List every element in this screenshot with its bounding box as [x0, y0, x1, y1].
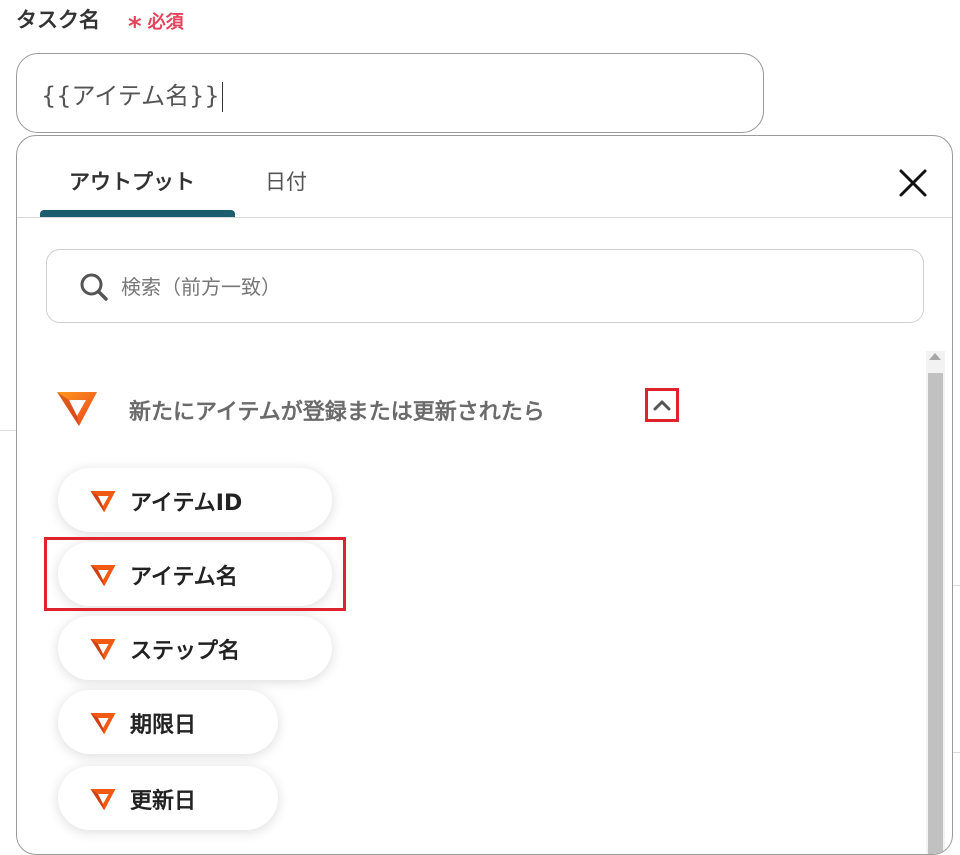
- app-logo-icon: [57, 392, 97, 426]
- scroll-up-arrow-icon[interactable]: [929, 353, 941, 360]
- task-name-value: {{アイテム名}}: [41, 76, 223, 112]
- tab-date[interactable]: 日付: [265, 166, 307, 196]
- trigger-group-header[interactable]: 新たにアイテムが登録または更新されたら: [53, 384, 693, 436]
- tab-bar: アウトプット 日付: [17, 136, 952, 218]
- output-selector-panel: アウトプット 日付 新たにアイテムが登録または更新されたら: [16, 135, 953, 855]
- output-item-label: 更新日: [130, 789, 197, 814]
- output-item-label: ステップ名: [130, 639, 241, 664]
- app-logo-icon: [90, 565, 116, 587]
- app-logo-icon: [90, 491, 116, 513]
- output-item-item-name[interactable]: アイテム名: [58, 542, 332, 606]
- background-divider: [953, 585, 960, 586]
- search-icon: [80, 273, 108, 301]
- tabs-divider: [17, 217, 952, 218]
- required-indicator: * 必須: [128, 8, 184, 42]
- background-divider: [953, 752, 960, 753]
- scrollbar[interactable]: [926, 351, 945, 854]
- scrollbar-thumb[interactable]: [928, 373, 943, 854]
- output-item-label: 期限日: [130, 713, 197, 738]
- text-caret: [221, 82, 223, 112]
- output-item-label: アイテム名: [130, 565, 238, 590]
- required-asterisk: *: [128, 12, 142, 42]
- required-text: 必須: [147, 12, 184, 33]
- collapse-toggle[interactable]: [645, 388, 679, 422]
- tab-output[interactable]: アウトプット: [69, 166, 195, 196]
- chevron-up-icon: [653, 400, 671, 411]
- task-name-input[interactable]: {{アイテム名}}: [16, 53, 764, 133]
- trigger-group-title: 新たにアイテムが登録または更新されたら: [129, 400, 545, 425]
- output-item-label: アイテムID: [130, 491, 243, 516]
- output-item-item-id[interactable]: アイテムID: [58, 468, 332, 532]
- app-logo-icon: [90, 789, 116, 811]
- search-input[interactable]: [119, 268, 883, 306]
- app-logo-icon: [90, 713, 116, 735]
- output-item-updated-date[interactable]: 更新日: [58, 766, 278, 830]
- search-box: [46, 249, 924, 323]
- output-item-due-date[interactable]: 期限日: [58, 690, 278, 754]
- app-logo-icon: [90, 639, 116, 661]
- task-name-label: タスク名: [16, 8, 100, 32]
- close-icon[interactable]: [896, 166, 930, 200]
- background-divider: [0, 430, 16, 431]
- output-item-step-name[interactable]: ステップ名: [58, 616, 332, 680]
- active-tab-indicator: [40, 210, 235, 217]
